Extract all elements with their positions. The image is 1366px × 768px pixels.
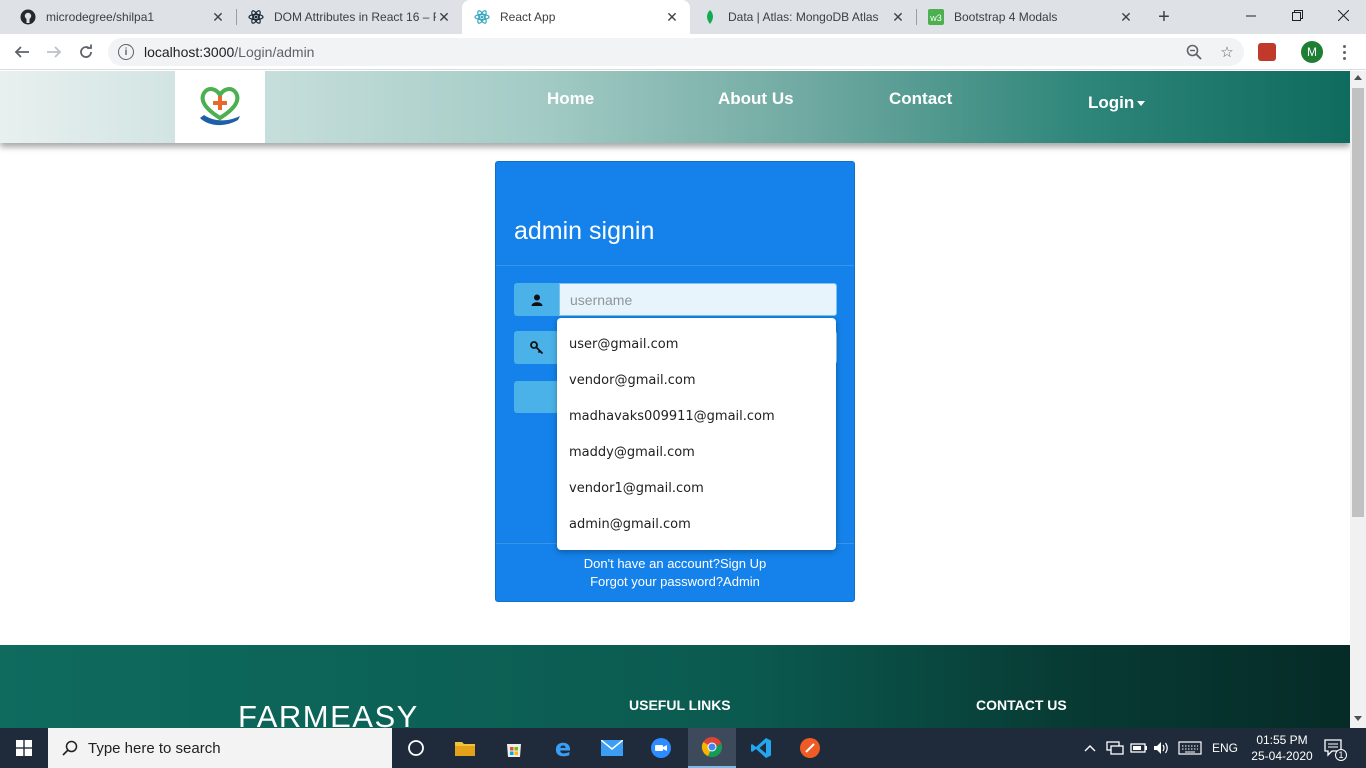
footer-useful-links-heading: USEFUL LINKS bbox=[629, 697, 731, 713]
autocomplete-option[interactable]: user@gmail.com bbox=[557, 327, 836, 363]
restore-icon[interactable] bbox=[1274, 0, 1320, 30]
new-tab-button[interactable]: + bbox=[1152, 5, 1176, 29]
taskbar-clock[interactable]: 01:55 PM 25-04-2020 bbox=[1246, 732, 1318, 764]
more-menu-icon[interactable] bbox=[1336, 42, 1352, 62]
close-icon[interactable]: ✕ bbox=[1118, 9, 1134, 25]
bookmark-star-icon[interactable]: ☆ bbox=[1216, 41, 1238, 63]
tab-title: Data | Atlas: MongoDB Atlas bbox=[728, 10, 879, 24]
card-title: admin signin bbox=[514, 217, 655, 245]
tab-strip: microdegree/shilpa1 ✕ DOM Attributes in … bbox=[0, 0, 1366, 34]
volume-icon[interactable] bbox=[1153, 728, 1171, 768]
card-footer: Don't have an account?Sign Up Forgot you… bbox=[496, 543, 854, 603]
clock-date: 25-04-2020 bbox=[1251, 749, 1313, 763]
language-indicator[interactable]: ENG bbox=[1212, 728, 1238, 768]
show-hidden-icons[interactable] bbox=[1084, 728, 1096, 768]
scroll-down-arrow-icon[interactable] bbox=[1354, 716, 1362, 721]
network-icon[interactable] bbox=[1106, 728, 1124, 768]
notification-count-badge: 1 bbox=[1335, 749, 1347, 761]
user-icon bbox=[514, 283, 559, 316]
tab-github[interactable]: microdegree/shilpa1 ✕ bbox=[8, 0, 236, 34]
mail-icon[interactable] bbox=[588, 728, 636, 768]
nav-login-label: Login bbox=[1088, 93, 1135, 112]
microsoft-store-icon[interactable] bbox=[490, 728, 538, 768]
card-header: admin signin bbox=[496, 162, 854, 266]
page-viewport: Home About Us Contact Login admin signin… bbox=[0, 71, 1350, 728]
footer-brand: FARMEASY bbox=[238, 699, 419, 728]
autocomplete-option[interactable]: admin@gmail.com bbox=[557, 507, 836, 543]
autocomplete-option[interactable]: vendor@gmail.com bbox=[557, 363, 836, 399]
keyboard-icon[interactable] bbox=[1178, 728, 1202, 768]
close-window-icon[interactable] bbox=[1320, 0, 1366, 30]
taskbar-search-placeholder: Type here to search bbox=[88, 739, 221, 757]
tab-title: React App bbox=[500, 10, 556, 24]
heart-hand-logo-icon bbox=[200, 87, 240, 126]
close-icon[interactable]: ✕ bbox=[664, 9, 680, 25]
postman-icon[interactable] bbox=[786, 728, 834, 768]
key-icon bbox=[514, 331, 559, 364]
scrollbar-thumb[interactable] bbox=[1352, 88, 1364, 517]
browser-toolbar: i localhost:3000/Login/admin ☆ M bbox=[0, 34, 1366, 70]
site-logo[interactable] bbox=[175, 71, 265, 143]
tab-mongodb-atlas[interactable]: Data | Atlas: MongoDB Atlas ✕ bbox=[690, 0, 916, 34]
tab-title: DOM Attributes in React 16 – R bbox=[274, 10, 436, 24]
minimize-icon[interactable] bbox=[1228, 0, 1274, 30]
caret-down-icon bbox=[1137, 101, 1146, 107]
close-icon[interactable]: ✕ bbox=[210, 9, 226, 25]
zoom-icon[interactable] bbox=[1183, 41, 1205, 63]
w3schools-icon: w3 bbox=[928, 9, 944, 25]
battery-icon[interactable] bbox=[1130, 728, 1148, 768]
close-icon[interactable]: ✕ bbox=[436, 9, 452, 25]
username-input[interactable] bbox=[559, 283, 837, 316]
react-icon bbox=[248, 9, 264, 25]
tab-react-app[interactable]: React App ✕ bbox=[462, 0, 690, 34]
site-navbar: Home About Us Contact Login bbox=[0, 71, 1350, 143]
edge-browser-icon[interactable]: e bbox=[539, 728, 587, 768]
svg-text:w3: w3 bbox=[929, 13, 942, 23]
task-view-icon[interactable] bbox=[392, 728, 440, 768]
tab-title: Bootstrap 4 Modals bbox=[954, 10, 1058, 24]
signup-link[interactable]: Don't have an account?Sign Up bbox=[496, 555, 854, 573]
file-explorer-icon[interactable] bbox=[441, 728, 489, 768]
close-icon[interactable]: ✕ bbox=[890, 9, 906, 25]
nav-contact[interactable]: Contact bbox=[889, 89, 952, 109]
url-host: localhost:3000 bbox=[144, 44, 235, 60]
username-row bbox=[514, 283, 837, 316]
forward-arrow-icon[interactable] bbox=[42, 40, 66, 64]
windows-taskbar: Type here to search e ENG 01:55 PM 25-04… bbox=[0, 728, 1366, 768]
autocomplete-option[interactable]: maddy@gmail.com bbox=[557, 435, 836, 471]
nav-about-us[interactable]: About Us bbox=[718, 89, 794, 109]
info-icon[interactable]: i bbox=[118, 44, 134, 60]
notification-center[interactable]: 1 bbox=[1324, 728, 1347, 768]
scroll-up-arrow-icon[interactable] bbox=[1354, 75, 1362, 80]
url-path: /Login/admin bbox=[234, 44, 315, 60]
tab-bootstrap-modals[interactable]: w3 Bootstrap 4 Modals ✕ bbox=[916, 0, 1144, 34]
github-icon bbox=[20, 9, 36, 25]
forgot-password-link[interactable]: Forgot your password?Admin bbox=[496, 573, 854, 591]
site-footer: FARMEASY USEFUL LINKS CONTACT US bbox=[0, 645, 1350, 728]
footer-contact-heading: CONTACT US bbox=[976, 697, 1067, 713]
profile-avatar[interactable]: M bbox=[1301, 41, 1323, 63]
chrome-icon[interactable] bbox=[688, 728, 736, 768]
nav-home[interactable]: Home bbox=[547, 89, 594, 109]
extension-icon[interactable] bbox=[1258, 43, 1276, 61]
windows-start-icon[interactable] bbox=[0, 728, 48, 768]
page-scrollbar[interactable] bbox=[1350, 71, 1366, 728]
username-autocomplete-dropdown: user@gmail.com vendor@gmail.com madhavak… bbox=[557, 318, 836, 550]
tab-title: microdegree/shilpa1 bbox=[46, 10, 155, 24]
clock-time: 01:55 PM bbox=[1256, 733, 1308, 747]
reload-icon[interactable] bbox=[74, 40, 98, 64]
autocomplete-option[interactable]: madhavaks009911@gmail.com bbox=[557, 399, 836, 435]
back-arrow-icon[interactable] bbox=[10, 40, 34, 64]
url-text: localhost:3000/Login/admin bbox=[144, 44, 314, 60]
nav-login-dropdown[interactable]: Login bbox=[1088, 93, 1146, 113]
address-bar[interactable]: i localhost:3000/Login/admin ☆ bbox=[108, 38, 1244, 66]
zoom-app-icon[interactable] bbox=[637, 728, 685, 768]
taskbar-search-box[interactable]: Type here to search bbox=[48, 728, 392, 768]
mongodb-leaf-icon bbox=[702, 9, 718, 25]
search-icon bbox=[62, 740, 78, 756]
autocomplete-option[interactable]: vendor1@gmail.com bbox=[557, 471, 836, 507]
tab-dom-attributes[interactable]: DOM Attributes in React 16 – R ✕ bbox=[236, 0, 462, 34]
react-icon bbox=[474, 9, 490, 25]
vscode-icon[interactable] bbox=[737, 728, 785, 768]
